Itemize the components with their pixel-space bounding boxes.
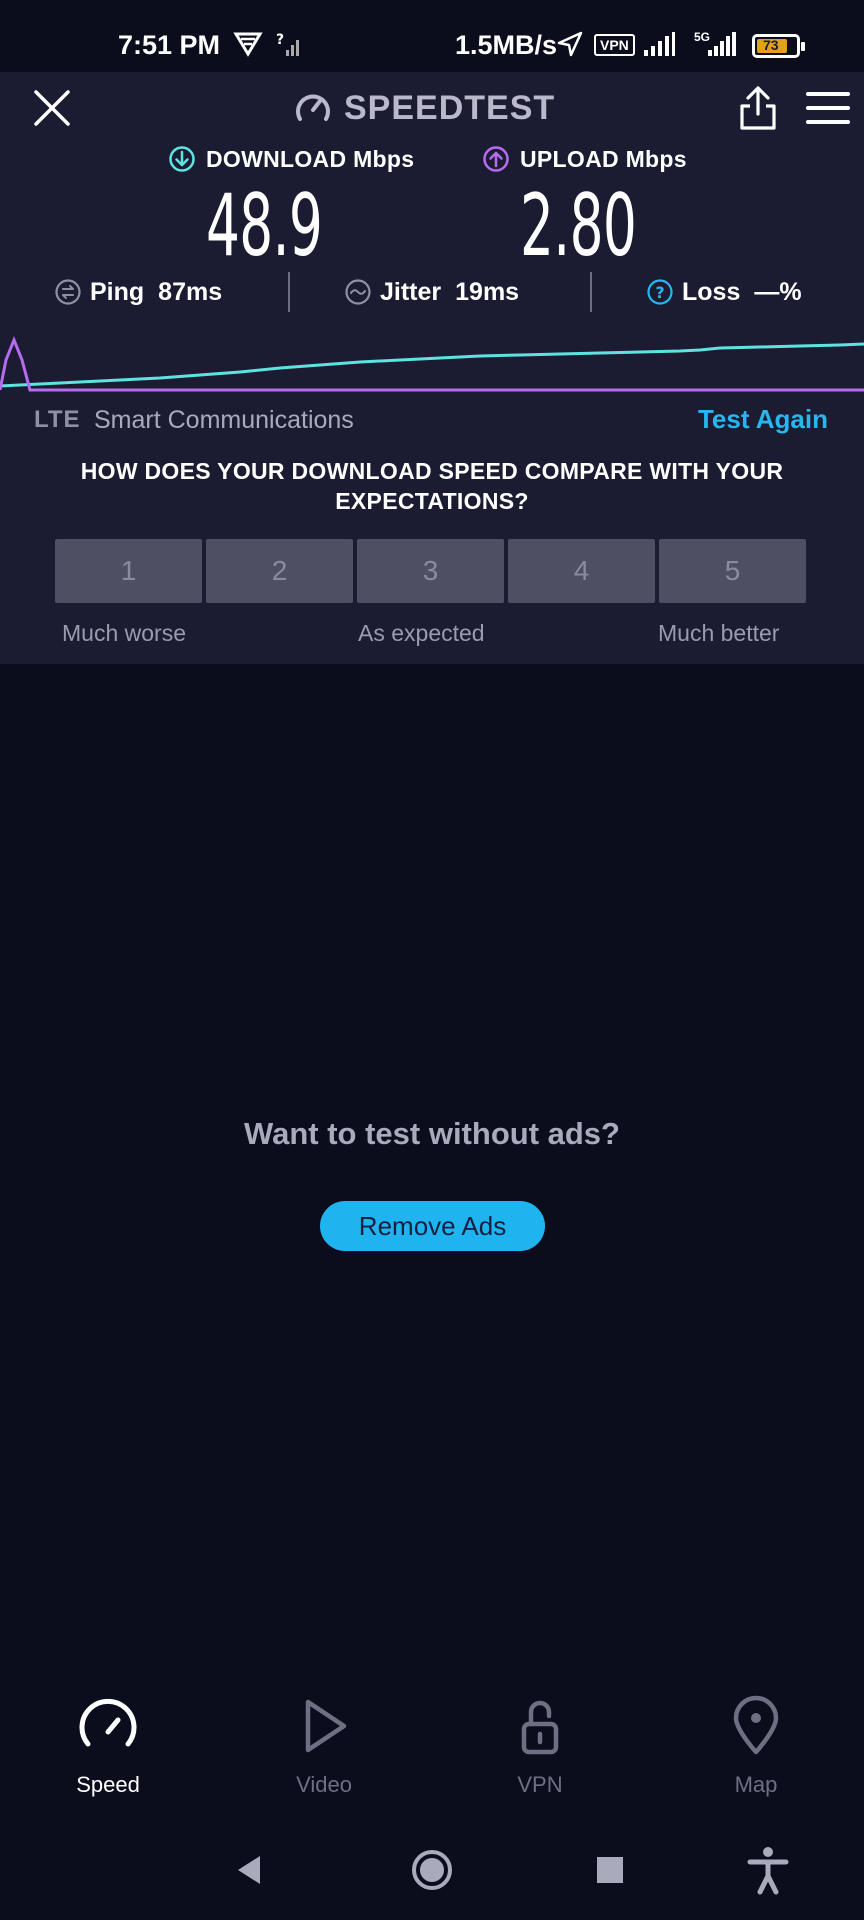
rating-caption-high: Much better (658, 620, 780, 646)
ping-stat: Ping 87ms (54, 270, 222, 314)
status-bar: 7:51 PM ? 1.5MB/s VPN 5G 73 (0, 0, 864, 72)
rating-option-1[interactable]: 1 (55, 539, 202, 603)
rating-option-3[interactable]: 3 (357, 539, 504, 603)
nav-item-speed[interactable]: Speed (33, 1690, 183, 1810)
menu-icon[interactable] (806, 90, 850, 126)
loss-stat[interactable]: ? Loss —% (646, 270, 802, 314)
app-title: SPEEDTEST (344, 88, 556, 127)
loss-value: —% (754, 277, 802, 306)
jitter-value: 19ms (455, 277, 520, 306)
location-arrow-icon (557, 31, 583, 57)
back-icon[interactable] (222, 1842, 278, 1898)
upload-label-text: UPLOAD Mbps (520, 145, 687, 172)
provider-name: Smart Communications (94, 406, 354, 434)
nav-label-speed: Speed (76, 1772, 140, 1797)
rating-option-2[interactable]: 2 (206, 539, 353, 603)
nav-label-video: Video (296, 1772, 352, 1797)
unlock-icon (521, 1700, 559, 1755)
bottom-nav: Speed Video VPN Map (0, 1690, 864, 1810)
battery-icon: 73 (752, 34, 805, 58)
download-arrow-icon (169, 146, 195, 172)
results-panel: SPEEDTEST DOWNLOAD Mbps UPLOAD Mbps 48.9… (0, 72, 864, 664)
home-icon[interactable] (404, 1842, 460, 1898)
speedometer-logo-icon (296, 94, 330, 121)
nav-label-vpn: VPN (517, 1772, 563, 1797)
stats-row: Ping 87ms Jitter 19ms ? Loss —% (0, 270, 864, 314)
ping-icon (55, 279, 81, 305)
download-label: DOWNLOAD Mbps (168, 142, 414, 176)
vpn-badge: VPN (594, 34, 635, 56)
signal-strength-icon (644, 32, 675, 56)
loss-label: Loss (682, 277, 741, 306)
connection-type: LTE (34, 406, 81, 433)
status-time: 7:51 PM (118, 30, 221, 60)
close-icon[interactable] (30, 86, 74, 130)
system-nav-bar (0, 1824, 864, 1920)
help-icon[interactable]: ? (646, 278, 674, 306)
upload-arrow-icon (483, 146, 509, 172)
nav-item-map[interactable]: Map (681, 1690, 831, 1810)
provider-row: LTE Smart Communications Test Again (0, 402, 864, 442)
rating-caption-mid: As expected (358, 620, 485, 646)
jitter-label: Jitter (380, 277, 442, 306)
upload-label: UPLOAD Mbps (482, 142, 687, 176)
nav-item-vpn[interactable]: VPN (465, 1690, 615, 1810)
map-pin-icon (733, 1695, 779, 1755)
rating-row: 1 2 3 4 5 (55, 539, 806, 603)
ping-label: Ping (90, 277, 145, 306)
play-icon (305, 1699, 347, 1753)
download-value: 48.9 (206, 176, 323, 276)
signal-unknown-icon: ? (276, 32, 299, 56)
signal-strength-5g-icon (708, 32, 736, 56)
stats-divider (288, 272, 290, 312)
jitter-icon (345, 279, 371, 305)
svg-text:?: ? (276, 32, 284, 48)
app-logo: SPEEDTEST (294, 86, 555, 130)
top-bar: SPEEDTEST (0, 72, 864, 144)
test-again-link[interactable]: Test Again (698, 404, 828, 435)
notification-icon (233, 32, 263, 57)
ping-value: 87ms (158, 277, 223, 306)
download-graph-line (0, 342, 864, 388)
svg-text:?: ? (655, 283, 664, 302)
speedometer-icon (79, 1698, 137, 1747)
jitter-stat: Jitter 19ms (344, 270, 519, 314)
nav-item-video[interactable]: Video (249, 1690, 399, 1810)
recents-icon[interactable] (582, 1842, 638, 1898)
ad-prompt: Want to test without ads? (244, 1116, 620, 1151)
download-label-text: DOWNLOAD Mbps (206, 145, 415, 172)
rating-caption-low: Much worse (62, 620, 186, 646)
nav-label-map: Map (734, 1772, 778, 1797)
stats-divider (590, 272, 592, 312)
battery-level: 73 (763, 37, 779, 53)
rating-option-5[interactable]: 5 (659, 539, 806, 603)
upload-value: 2.80 (520, 176, 637, 276)
status-net-speed: 1.5MB/s (455, 30, 558, 60)
accessibility-icon[interactable] (740, 1842, 796, 1898)
remove-ads-button[interactable]: Remove Ads (320, 1201, 545, 1251)
speed-graph (0, 335, 864, 392)
survey-question: HOW DOES YOUR DOWNLOAD SPEED COMPARE WIT… (80, 458, 784, 514)
rating-option-4[interactable]: 4 (508, 539, 655, 603)
share-icon[interactable] (736, 84, 780, 132)
